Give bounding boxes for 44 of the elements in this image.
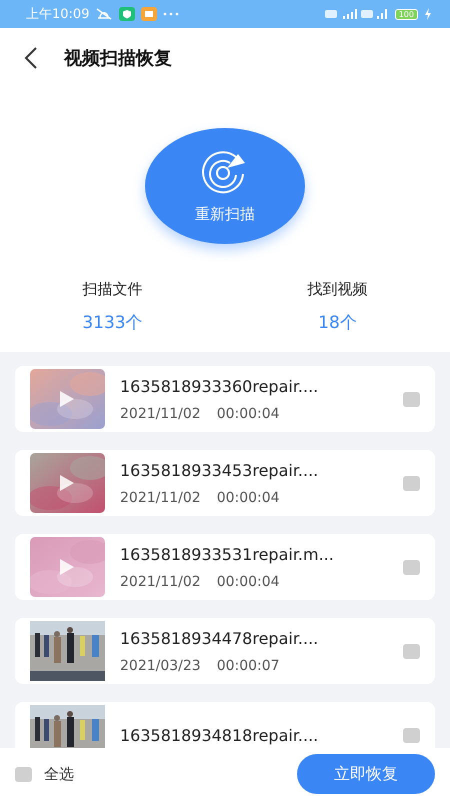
stat-value: 3133个 [82,312,143,334]
video-date: 2021/11/02 [120,574,201,590]
stat-value: 18个 [318,312,357,334]
battery-indicator: 100 [394,8,418,20]
video-filename: 1635818934818repair.... [120,726,320,744]
video-filename: 1635818933453repair.... [120,460,320,480]
video-filename: 1635818933531repair.m... [120,544,335,564]
checkbox[interactable] [403,560,420,574]
checkbox[interactable] [403,644,420,658]
video-duration: 00:00:04 [216,406,280,422]
recover-button[interactable]: 立即恢复 [297,754,435,794]
stat-label: 扫描文件 [82,280,142,299]
shield-app-icon [119,7,136,21]
notification-off-icon [95,7,114,21]
video-card[interactable]: 1635818933453repair.... 2021/11/02 00:00:04 [15,450,435,516]
checkbox[interactable] [403,728,420,742]
video-duration: 00:00:07 [216,658,280,674]
charging-icon [424,8,432,20]
select-all-checkbox[interactable] [15,766,32,782]
video-duration: 00:00:04 [216,574,280,590]
video-date: 2021/11/02 [120,490,201,506]
page-title: 视频扫描恢复 [64,47,172,70]
checkbox[interactable] [403,476,420,490]
back-icon[interactable] [24,47,38,69]
video-date: 2021/11/02 [120,406,201,422]
video-filename: 1635818934478repair.... [120,628,320,648]
signal-icon [324,8,389,20]
video-filename: 1635818933360repair.... [120,376,320,396]
video-duration: 00:00:04 [216,490,280,506]
message-app-icon [141,7,158,21]
checkbox[interactable] [403,392,420,406]
video-card[interactable]: 1635818933531repair.m... 2021/11/02 00:00:04 [15,534,435,600]
video-card[interactable]: 1635818933360repair.... 2021/11/02 00:00:04 [15,366,435,432]
more-dots-icon [163,12,180,16]
status-time: 上午10:09 [26,6,90,23]
select-all-label: 全选 [44,764,74,784]
play-icon [60,391,74,407]
rescan-button[interactable]: 重新扫描 [145,128,305,244]
video-card[interactable]: 1635818934478repair.... 2021/03/23 00:00:07 [15,618,435,684]
play-icon [60,559,74,575]
stat-label: 找到视频 [308,280,368,299]
video-date: 2021/03/23 [120,658,201,674]
play-icon [60,475,74,491]
video-card[interactable]: 1635818934818repair.... [15,702,435,748]
